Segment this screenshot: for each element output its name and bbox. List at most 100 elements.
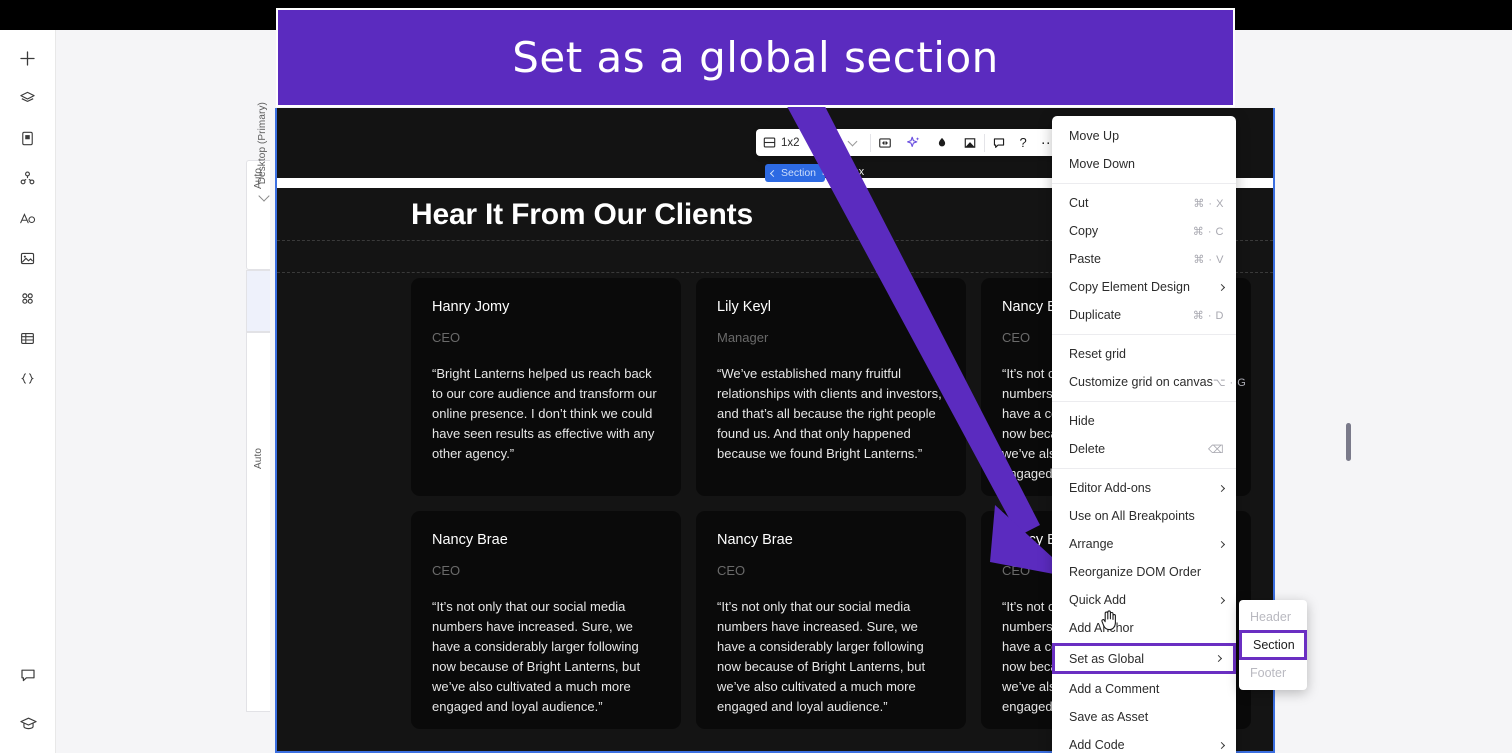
context-menu-item[interactable]: Delete ⌫ [1052, 435, 1236, 463]
stretch-button[interactable] [871, 129, 899, 156]
context-menu-item[interactable]: Add a Comment [1052, 675, 1236, 703]
help-icon: ? [1019, 135, 1027, 150]
site-structure-icon[interactable] [12, 162, 44, 194]
media-icon[interactable] [12, 242, 44, 274]
testimonial-quote: “We’ve established many fruitful relatio… [717, 366, 942, 461]
help-button[interactable]: ? [1013, 129, 1034, 156]
theme-button[interactable] [928, 129, 956, 156]
testimonial-role: Manager [717, 330, 769, 345]
submenu-item-header: Header [1250, 610, 1291, 624]
testimonial-quote: “Bright Lanterns helped us reach back to… [432, 366, 657, 461]
comment-button[interactable] [985, 129, 1013, 156]
context-menu-item-shortcut: ⌥ · G [1212, 376, 1247, 389]
layout-dropdown-button[interactable] [807, 129, 870, 156]
context-menu-item[interactable]: Arrange [1052, 530, 1236, 558]
context-menu-item-label: Customize grid on canvas [1069, 375, 1213, 389]
context-menu-item-label: Editor Add-ons [1069, 481, 1151, 495]
context-menu-divider [1052, 401, 1236, 402]
comments-icon[interactable] [12, 659, 44, 691]
context-menu-item-label: Cut [1069, 196, 1089, 210]
dev-mode-icon[interactable] [12, 362, 44, 394]
set-as-global-submenu[interactable]: Header Section Footer [1239, 600, 1307, 690]
row-size-label-top: Auto [253, 168, 264, 189]
context-menu-divider [1052, 468, 1236, 469]
context-menu-item[interactable]: Quick Add [1052, 586, 1236, 614]
context-menu-item-label: Move Down [1069, 157, 1135, 171]
text-icon[interactable] [12, 202, 44, 234]
context-menu-divider [1052, 183, 1236, 184]
ai-sparkle-button[interactable] [899, 129, 928, 156]
chevron-right-icon [1217, 596, 1226, 604]
context-menu-item-label: Set as Global [1069, 651, 1145, 666]
grid-layout-icon [763, 137, 776, 148]
rail-top-group [12, 42, 44, 394]
context-menu-item[interactable]: Reorganize DOM Order [1052, 558, 1236, 586]
testimonial-name: Lily Keyl [717, 299, 771, 315]
toolbar-layout-group: 1x2 [756, 129, 870, 156]
context-menu-item-label: Reset grid [1069, 347, 1126, 361]
chevron-right-icon [1217, 540, 1226, 548]
context-menu-item-label: Copy Element Design [1069, 280, 1190, 294]
ai-sparkle-icon [906, 136, 919, 147]
stretch-icon [878, 137, 891, 148]
context-menu-item[interactable]: Paste ⌘ · V [1052, 245, 1236, 273]
testimonial-quote: “It’s not only that our social media num… [717, 599, 926, 714]
context-menu-item-label: Delete [1069, 442, 1106, 456]
context-menu-item-label: Hide [1069, 414, 1095, 428]
comment-icon [993, 137, 1004, 148]
context-menu-item-shortcut: ⌫ [1207, 443, 1224, 456]
testimonial-role: CEO [432, 330, 461, 345]
testimonial-name: Nancy Brae [717, 532, 793, 548]
testimonial-name: Hanry Jomy [432, 299, 510, 315]
context-menu-item-label: Move Up [1069, 129, 1120, 143]
context-menu-item[interactable]: Move Down [1052, 150, 1236, 178]
submenu-item-section[interactable]: Section [1239, 630, 1307, 660]
context-menu-item-label: Arrange [1069, 537, 1114, 551]
annotation-banner: Set as a global section [276, 8, 1235, 107]
context-menu-item-shortcut: ⌘ · V [1193, 253, 1224, 266]
context-menu-item-label: Save as Asset [1069, 710, 1149, 724]
add-elements-icon[interactable] [12, 42, 44, 74]
context-menu-item-set-as-global[interactable]: Set as Global [1052, 643, 1236, 674]
context-menu-item[interactable]: Move Up [1052, 122, 1236, 150]
section-selection-badge[interactable]: Section [765, 164, 826, 182]
context-menu-item[interactable]: Customize grid on canvas ⌥ · G [1052, 368, 1246, 396]
testimonial-card[interactable]: Lily Keyl Manager “We’ve established man… [696, 278, 966, 496]
testimonial-card[interactable]: Hanry Jomy CEO “Bright Lanterns helped u… [411, 278, 681, 496]
canvas-scrollbar-thumb[interactable] [1346, 423, 1351, 461]
context-menu-item[interactable]: Add Anchor [1052, 614, 1236, 642]
layers-icon[interactable] [12, 82, 44, 114]
testimonial-card[interactable]: Nancy Brae CEO “It’s not only that our s… [411, 511, 681, 729]
context-menu-item[interactable]: Duplicate ⌘ · D [1052, 301, 1236, 329]
context-menu-item[interactable]: Editor Add-ons [1052, 474, 1236, 502]
context-menu-item[interactable]: Copy ⌘ · C [1052, 217, 1236, 245]
pages-icon[interactable] [12, 122, 44, 154]
testimonial-card[interactable]: Nancy Brae CEO “It’s not only that our s… [696, 511, 966, 729]
row-ruler-active[interactable] [246, 270, 270, 332]
background-button[interactable] [956, 129, 984, 156]
context-menu-item[interactable]: Reset grid [1052, 340, 1236, 368]
theme-icon [938, 137, 945, 146]
context-menu-item[interactable]: Cut ⌘ · X [1052, 189, 1236, 217]
context-menu-item-label: Reorganize DOM Order [1069, 565, 1201, 579]
grid-layout-button[interactable]: 1x2 [756, 129, 807, 156]
rail-bottom-group [0, 659, 56, 739]
chevron-down-icon [847, 136, 857, 146]
context-menu-item[interactable]: Add Code [1052, 731, 1236, 753]
row-ruler-bottom[interactable] [246, 332, 270, 712]
chevron-right-icon [1217, 484, 1226, 492]
context-menu-item[interactable]: Save as Asset [1052, 703, 1236, 731]
context-menu-item[interactable]: Hide [1052, 407, 1236, 435]
context-menu[interactable]: Move Up Move Down Cut ⌘ · X Copy ⌘ · C Paste ⌘ … [1052, 116, 1246, 753]
cms-icon[interactable] [12, 322, 44, 354]
context-menu-item-shortcut: ⌘ · D [1192, 309, 1224, 322]
context-menu-item-label: Use on All Breakpoints [1069, 509, 1195, 523]
apps-icon[interactable] [12, 282, 44, 314]
chevron-right-icon [1214, 654, 1223, 663]
learn-icon[interactable] [12, 707, 44, 739]
testimonial-role: CEO [717, 563, 746, 578]
context-menu-item[interactable]: Use on All Breakpoints [1052, 502, 1236, 530]
chevron-right-icon [1217, 741, 1226, 749]
context-menu-item-label: Duplicate [1069, 308, 1122, 322]
context-menu-item[interactable]: Copy Element Design [1052, 273, 1236, 301]
